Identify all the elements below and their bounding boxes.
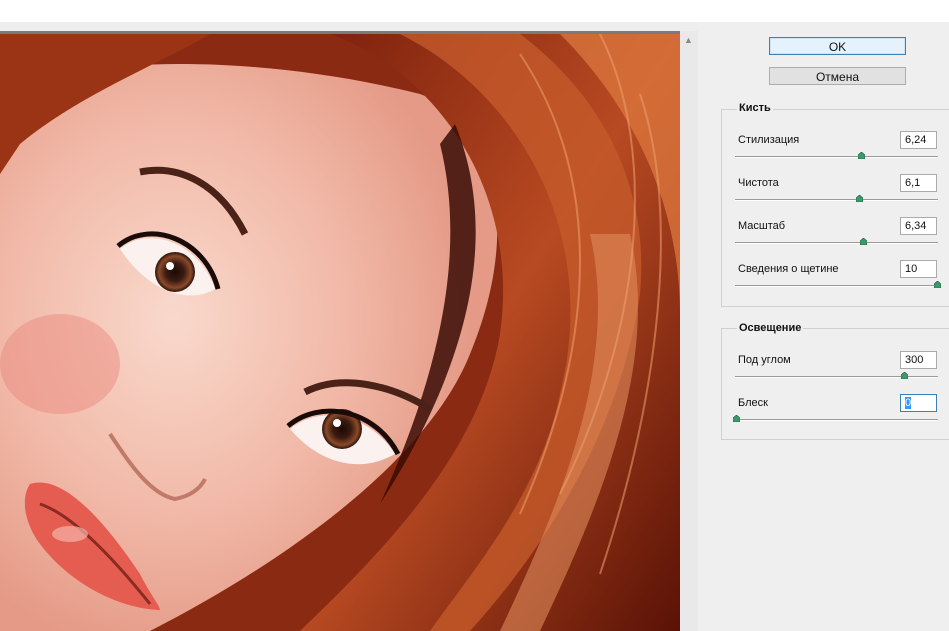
ok-button[interactable]: OK <box>769 37 906 55</box>
angle-field[interactable]: 300 <box>900 351 937 369</box>
cleanliness-field[interactable]: 6,1 <box>900 174 937 192</box>
scale-slider-thumb[interactable] <box>860 238 867 245</box>
portrait-illustration <box>0 34 680 631</box>
cleanliness-slider-track[interactable] <box>735 199 938 201</box>
lighting-group-title: Освещение <box>737 322 804 334</box>
bristle-detail-slider-track[interactable] <box>735 285 938 287</box>
cleanliness-slider-thumb[interactable] <box>856 195 863 202</box>
shine-field-value: 0 <box>905 397 912 409</box>
bristle-detail-slider-thumb[interactable] <box>934 281 941 288</box>
preview-scrollbar[interactable] <box>680 31 698 631</box>
stylization-field[interactable]: 6,24 <box>900 131 937 149</box>
stylization-slider-track[interactable] <box>735 156 938 158</box>
bristle-detail-label: Сведения о щетине <box>738 263 839 275</box>
angle-slider-thumb[interactable] <box>901 372 908 379</box>
stylization-slider-thumb[interactable] <box>858 152 865 159</box>
lighting-group <box>721 328 949 440</box>
scale-field[interactable]: 6,34 <box>900 217 937 235</box>
scale-label: Масштаб <box>738 220 786 232</box>
cleanliness-label: Чистота <box>738 177 779 189</box>
bristle-detail-field[interactable]: 10 <box>900 260 937 278</box>
shine-slider-thumb[interactable] <box>733 415 740 422</box>
shine-slider-track[interactable] <box>735 419 938 421</box>
angle-label: Под углом <box>738 354 791 366</box>
scroll-up-arrow-icon[interactable]: ▲ <box>684 35 693 45</box>
top-strip <box>0 0 949 22</box>
cancel-button[interactable]: Отмена <box>769 67 906 85</box>
shine-field[interactable]: 0 <box>900 394 937 412</box>
shine-label: Блеск <box>738 397 768 409</box>
preview-image[interactable] <box>0 34 680 631</box>
scale-slider-track[interactable] <box>735 242 938 244</box>
stylization-label: Стилизация <box>738 134 800 146</box>
brush-group-title: Кисть <box>737 102 773 114</box>
